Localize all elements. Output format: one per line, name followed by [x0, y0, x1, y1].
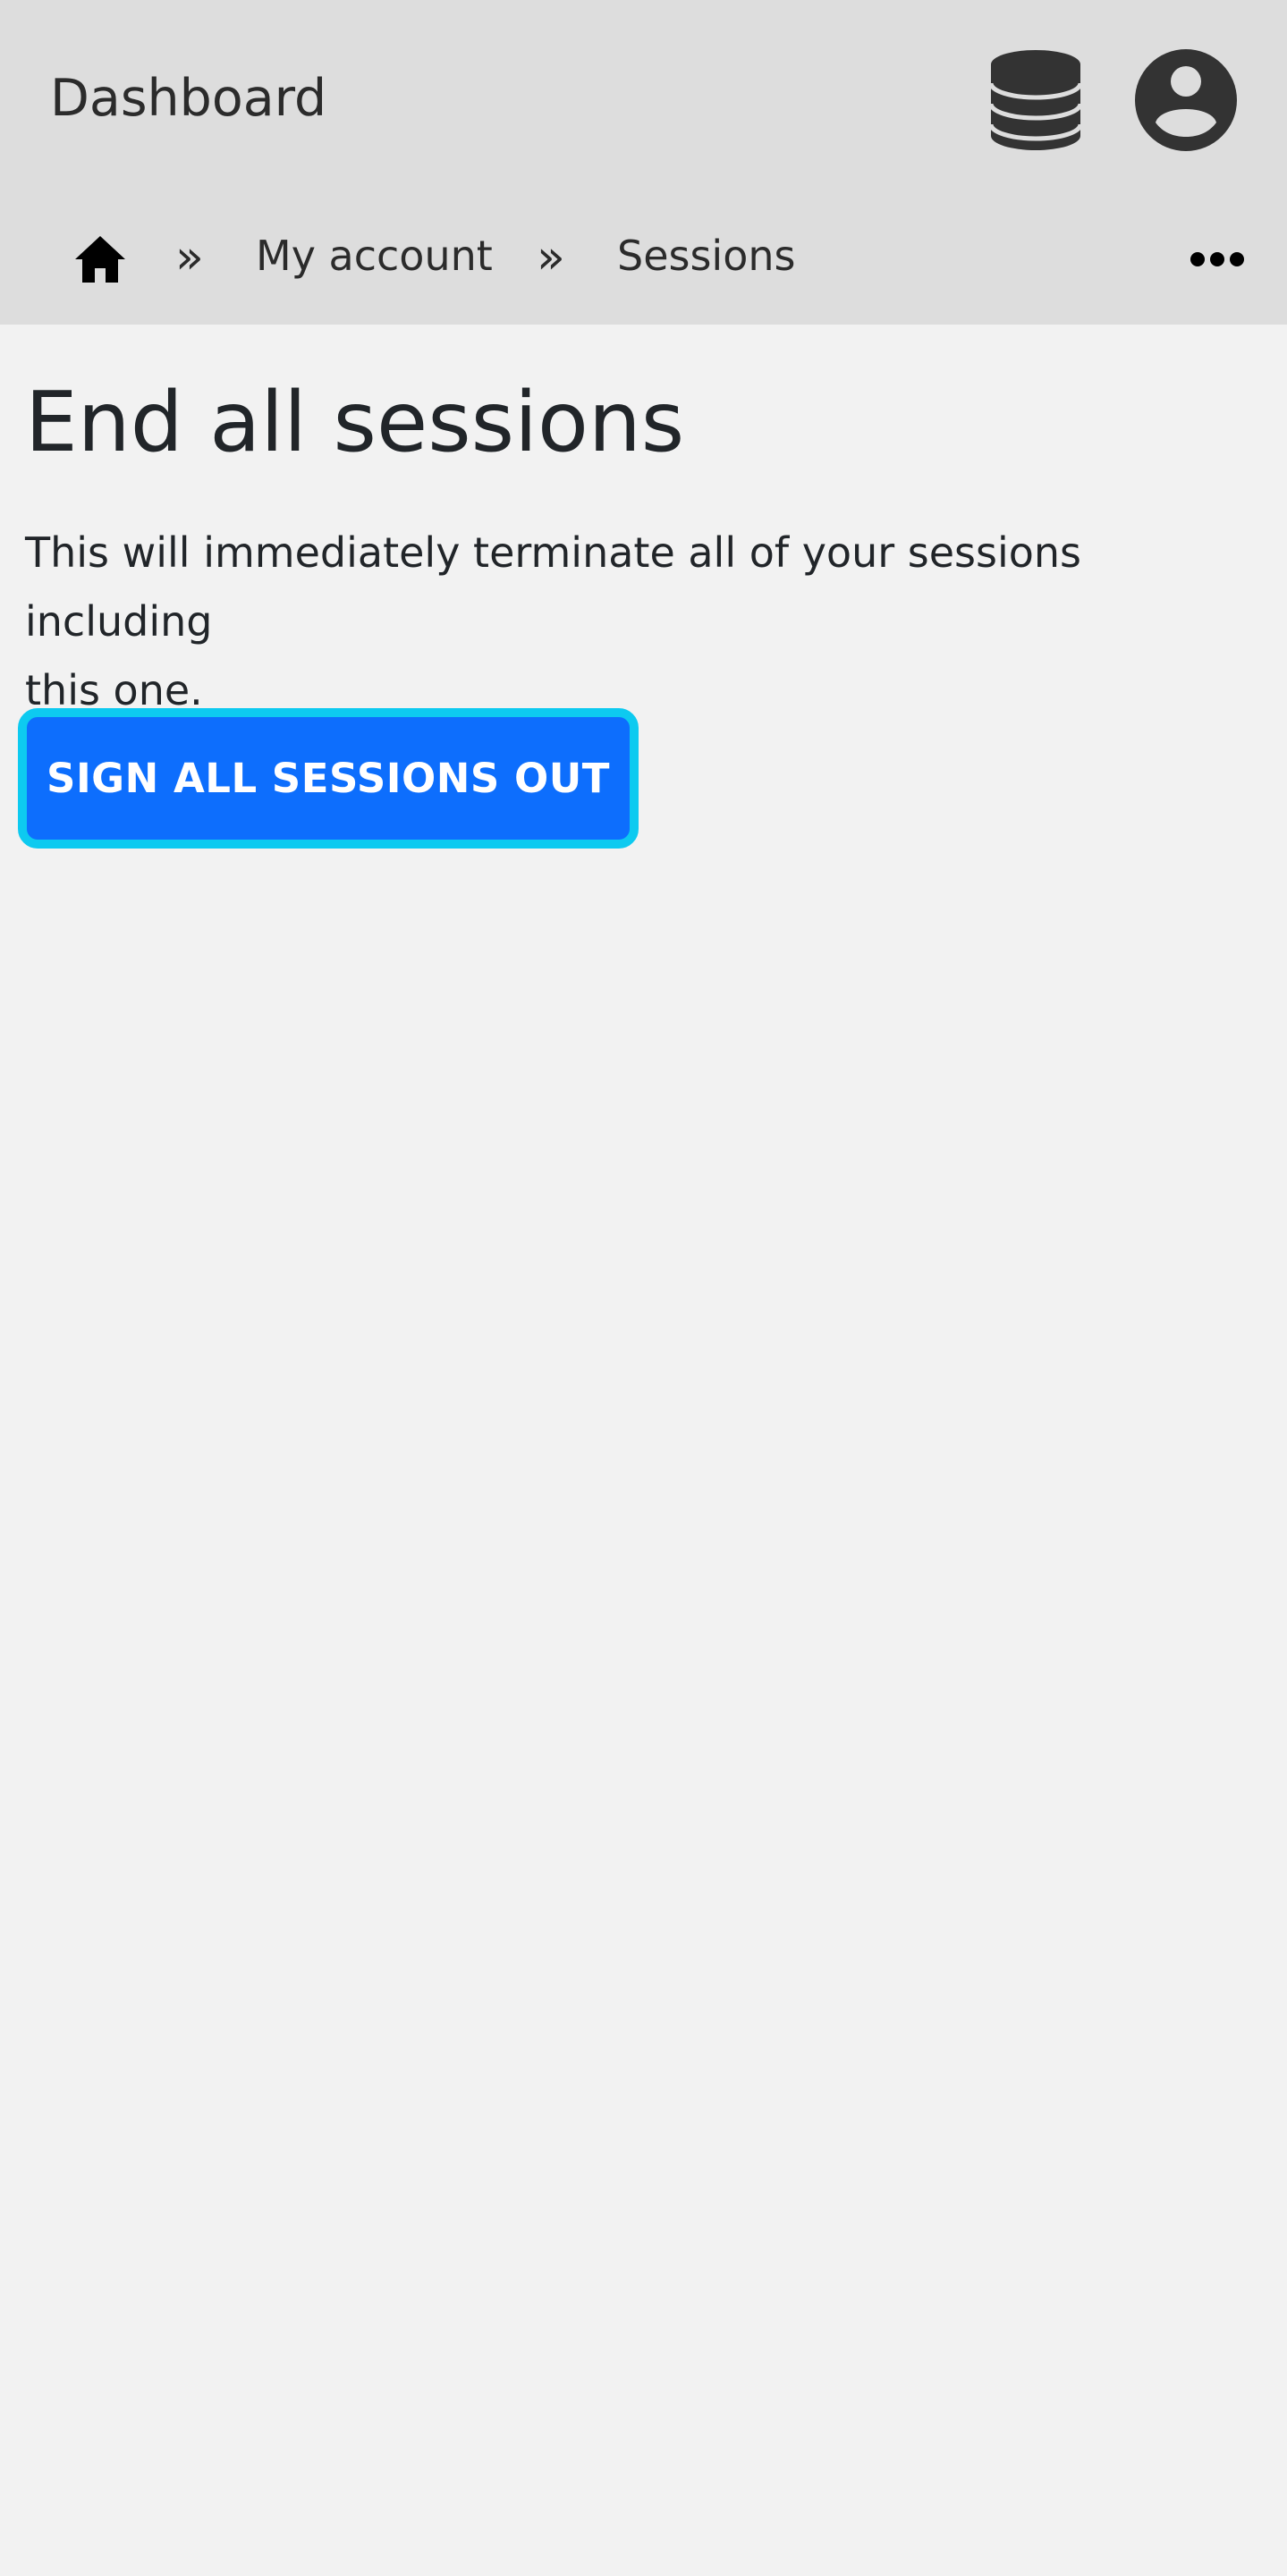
- description: This will immediately terminate all of y…: [25, 519, 1268, 725]
- top-bar: Dashboard » My account » Sessions: [0, 0, 1287, 325]
- breadcrumb-sessions: Sessions: [617, 232, 796, 280]
- home-icon[interactable]: [73, 234, 127, 284]
- page-title: End all sessions: [25, 374, 685, 470]
- database-icon[interactable]: [989, 49, 1082, 151]
- breadcrumb-separator: »: [537, 231, 565, 284]
- ellipsis-icon[interactable]: [1190, 241, 1245, 277]
- dashboard-link[interactable]: Dashboard: [50, 64, 326, 132]
- sign-all-sessions-out-button[interactable]: SIGN ALL SESSIONS OUT: [18, 708, 639, 849]
- breadcrumb-my-account[interactable]: My account: [256, 229, 493, 283]
- user-circle-icon[interactable]: [1134, 48, 1238, 152]
- description-line-2: this one.: [25, 666, 203, 714]
- description-line-1: This will immediately terminate all of y…: [25, 528, 1081, 646]
- breadcrumb-separator: »: [175, 231, 204, 284]
